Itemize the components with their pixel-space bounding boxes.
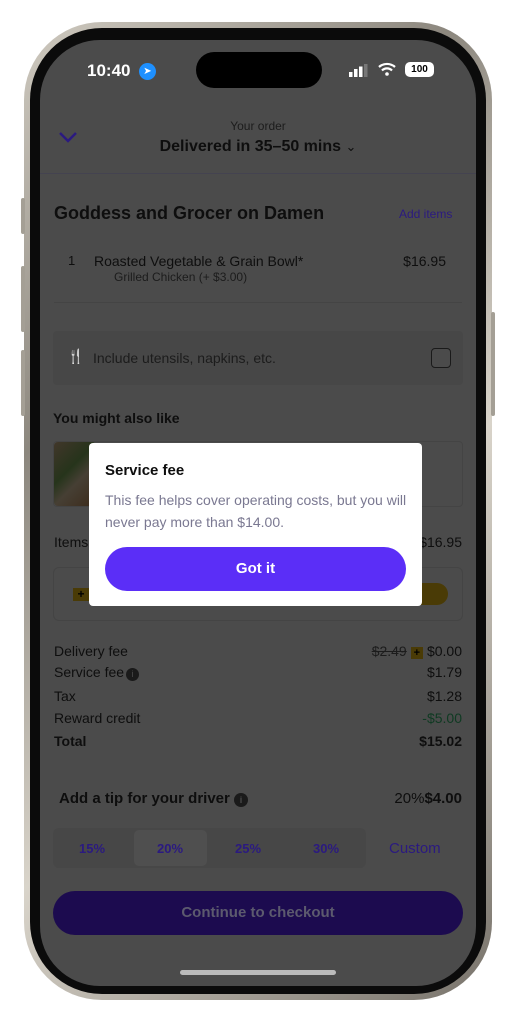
volume-down-button bbox=[21, 350, 25, 416]
wifi-icon bbox=[378, 62, 396, 76]
item-option: Grilled Chicken (+ $3.00) bbox=[114, 270, 248, 284]
tip-option-15[interactable]: 15% bbox=[53, 828, 131, 868]
item-name: Roasted Vegetable & Grain Bowl* bbox=[94, 253, 304, 269]
status-time: 10:40 bbox=[87, 61, 131, 80]
item-qty: 1 bbox=[68, 253, 76, 268]
volume-up-button bbox=[21, 266, 25, 332]
location-icon: ➤ bbox=[139, 63, 156, 80]
header-title: Delivered in 35–50 mins bbox=[159, 138, 342, 155]
tip-custom-button[interactable]: Custom bbox=[389, 840, 441, 857]
got-it-button[interactable]: Got it bbox=[105, 547, 406, 591]
power-button bbox=[491, 312, 495, 416]
modal-title: Service fee bbox=[105, 462, 185, 479]
continue-to-checkout-button[interactable]: Continue to checkout bbox=[53, 891, 463, 935]
tip-summary: 20%$4.00 bbox=[394, 790, 462, 807]
divider bbox=[54, 302, 462, 303]
plus-badge-icon: + bbox=[410, 647, 424, 659]
battery-icon: 100 bbox=[405, 62, 434, 77]
info-icon: i bbox=[234, 793, 249, 807]
chevron-down-icon: ⌄ bbox=[345, 139, 357, 154]
store-name: Goddess and Grocer on Damen bbox=[54, 203, 325, 223]
tip-title: Add a tip for your driver i bbox=[59, 790, 249, 807]
home-indicator[interactable] bbox=[180, 970, 336, 975]
header-subtitle: Your order bbox=[230, 119, 286, 133]
fee-row-service[interactable]: Service fee i $1.79 bbox=[54, 664, 462, 681]
tip-option-25[interactable]: 25% bbox=[209, 828, 287, 868]
utensils-icon: 🍴 bbox=[67, 348, 85, 364]
tip-option-30[interactable]: 30% bbox=[287, 828, 365, 868]
cart-item[interactable]: 1 Roasted Vegetable & Grain Bowl* Grille… bbox=[40, 252, 476, 292]
total-row: Total $15.02 bbox=[54, 733, 462, 749]
plus-badge-icon: + bbox=[73, 588, 89, 601]
suggestions-title: You might also like bbox=[53, 410, 180, 426]
divider bbox=[40, 173, 476, 174]
action-button bbox=[21, 198, 25, 234]
add-items-link[interactable]: Add items bbox=[399, 207, 452, 221]
fee-row-tax: Tax $1.28 bbox=[54, 688, 462, 704]
utensils-option[interactable]: 🍴 Include utensils, napkins, etc. bbox=[53, 331, 463, 385]
delivery-time-dropdown[interactable]: Delivered in 35–50 mins ⌄ bbox=[40, 138, 476, 156]
item-price: $16.95 bbox=[403, 253, 446, 269]
utensils-checkbox[interactable] bbox=[431, 348, 451, 368]
dynamic-island bbox=[196, 52, 322, 88]
signal-icon bbox=[349, 64, 368, 77]
fee-row-delivery: Delivery fee $2.49 + $0.00 bbox=[54, 643, 462, 659]
fee-row-reward: Reward credit -$5.00 bbox=[54, 710, 462, 726]
info-icon: i bbox=[126, 668, 140, 681]
utensils-label: Include utensils, napkins, etc. bbox=[93, 350, 276, 366]
tip-option-20[interactable]: 20% bbox=[131, 828, 209, 868]
modal-body: This fee helps cover operating costs, bu… bbox=[105, 492, 407, 530]
service-fee-modal: Service fee This fee helps cover operati… bbox=[89, 443, 422, 606]
